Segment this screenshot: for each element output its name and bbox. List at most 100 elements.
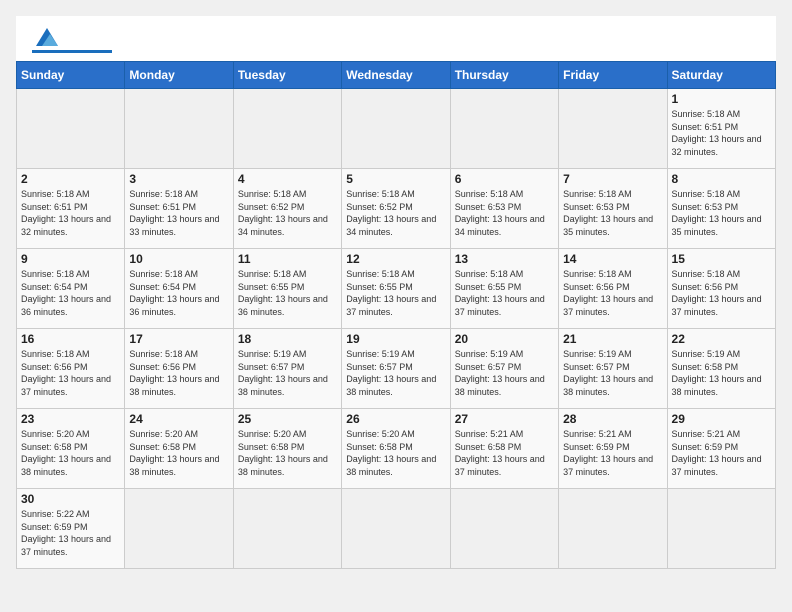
day-number: 17 [129, 332, 228, 346]
day-number: 24 [129, 412, 228, 426]
day-info: Sunrise: 5:19 AM Sunset: 6:57 PM Dayligh… [346, 348, 445, 398]
header-sunday: Sunday [17, 62, 125, 89]
sunrise: Sunrise: 5:20 AM [238, 429, 307, 439]
day-info: Sunrise: 5:20 AM Sunset: 6:58 PM Dayligh… [129, 428, 228, 478]
header-thursday: Thursday [450, 62, 558, 89]
day-number: 9 [21, 252, 120, 266]
sunrise: Sunrise: 5:18 AM [672, 189, 741, 199]
table-row: 11 Sunrise: 5:18 AM Sunset: 6:55 PM Dayl… [233, 249, 341, 329]
day-number: 22 [672, 332, 771, 346]
table-row: 15 Sunrise: 5:18 AM Sunset: 6:56 PM Dayl… [667, 249, 775, 329]
calendar-row: 1 Sunrise: 5:18 AM Sunset: 6:51 PM Dayli… [17, 89, 776, 169]
sunrise: Sunrise: 5:20 AM [129, 429, 198, 439]
day-number: 10 [129, 252, 228, 266]
table-row: 17 Sunrise: 5:18 AM Sunset: 6:56 PM Dayl… [125, 329, 233, 409]
sunrise: Sunrise: 5:18 AM [21, 349, 90, 359]
table-row: 28 Sunrise: 5:21 AM Sunset: 6:59 PM Dayl… [559, 409, 667, 489]
daylight: Daylight: 13 hours and 38 minutes. [346, 454, 436, 477]
table-row: 14 Sunrise: 5:18 AM Sunset: 6:56 PM Dayl… [559, 249, 667, 329]
sunset: Sunset: 6:55 PM [346, 282, 413, 292]
day-info: Sunrise: 5:18 AM Sunset: 6:56 PM Dayligh… [129, 348, 228, 398]
table-row [233, 489, 341, 569]
sunrise: Sunrise: 5:18 AM [455, 269, 524, 279]
sunset: Sunset: 6:56 PM [129, 362, 196, 372]
daylight: Daylight: 13 hours and 38 minutes. [21, 454, 111, 477]
sunset: Sunset: 6:59 PM [21, 522, 88, 532]
day-number: 14 [563, 252, 662, 266]
sunrise: Sunrise: 5:20 AM [346, 429, 415, 439]
sunset: Sunset: 6:56 PM [21, 362, 88, 372]
table-row: 20 Sunrise: 5:19 AM Sunset: 6:57 PM Dayl… [450, 329, 558, 409]
sunset: Sunset: 6:54 PM [129, 282, 196, 292]
table-row [667, 489, 775, 569]
weekday-header-row: Sunday Monday Tuesday Wednesday Thursday… [17, 62, 776, 89]
sunset: Sunset: 6:57 PM [563, 362, 630, 372]
day-number: 7 [563, 172, 662, 186]
day-info: Sunrise: 5:18 AM Sunset: 6:53 PM Dayligh… [563, 188, 662, 238]
sunrise: Sunrise: 5:19 AM [455, 349, 524, 359]
table-row [233, 89, 341, 169]
day-number: 26 [346, 412, 445, 426]
sunrise: Sunrise: 5:22 AM [21, 509, 90, 519]
sunrise: Sunrise: 5:18 AM [563, 269, 632, 279]
sunrise: Sunrise: 5:18 AM [455, 189, 524, 199]
day-info: Sunrise: 5:18 AM Sunset: 6:54 PM Dayligh… [21, 268, 120, 318]
sunset: Sunset: 6:57 PM [346, 362, 413, 372]
sunset: Sunset: 6:55 PM [455, 282, 522, 292]
sunrise: Sunrise: 5:19 AM [238, 349, 307, 359]
table-row [450, 489, 558, 569]
day-info: Sunrise: 5:20 AM Sunset: 6:58 PM Dayligh… [346, 428, 445, 478]
table-row: 24 Sunrise: 5:20 AM Sunset: 6:58 PM Dayl… [125, 409, 233, 489]
table-row: 29 Sunrise: 5:21 AM Sunset: 6:59 PM Dayl… [667, 409, 775, 489]
sunrise: Sunrise: 5:18 AM [672, 109, 741, 119]
day-info: Sunrise: 5:19 AM Sunset: 6:57 PM Dayligh… [455, 348, 554, 398]
day-info: Sunrise: 5:18 AM Sunset: 6:54 PM Dayligh… [129, 268, 228, 318]
daylight: Daylight: 13 hours and 38 minutes. [672, 374, 762, 397]
daylight: Daylight: 13 hours and 38 minutes. [129, 374, 219, 397]
sunset: Sunset: 6:58 PM [672, 362, 739, 372]
sunset: Sunset: 6:59 PM [672, 442, 739, 452]
day-info: Sunrise: 5:18 AM Sunset: 6:51 PM Dayligh… [21, 188, 120, 238]
day-info: Sunrise: 5:18 AM Sunset: 6:51 PM Dayligh… [672, 108, 771, 158]
day-number: 27 [455, 412, 554, 426]
daylight: Daylight: 13 hours and 34 minutes. [238, 214, 328, 237]
day-number: 8 [672, 172, 771, 186]
sunrise: Sunrise: 5:18 AM [563, 189, 632, 199]
day-number: 4 [238, 172, 337, 186]
day-info: Sunrise: 5:21 AM Sunset: 6:59 PM Dayligh… [563, 428, 662, 478]
day-number: 25 [238, 412, 337, 426]
sunset: Sunset: 6:53 PM [455, 202, 522, 212]
table-row [125, 489, 233, 569]
day-number: 3 [129, 172, 228, 186]
day-number: 30 [21, 492, 120, 506]
daylight: Daylight: 13 hours and 35 minutes. [563, 214, 653, 237]
table-row [342, 89, 450, 169]
sunrise: Sunrise: 5:21 AM [455, 429, 524, 439]
header [16, 16, 776, 61]
daylight: Daylight: 13 hours and 38 minutes. [563, 374, 653, 397]
day-number: 15 [672, 252, 771, 266]
table-row: 23 Sunrise: 5:20 AM Sunset: 6:58 PM Dayl… [17, 409, 125, 489]
day-number: 1 [672, 92, 771, 106]
table-row: 18 Sunrise: 5:19 AM Sunset: 6:57 PM Dayl… [233, 329, 341, 409]
daylight: Daylight: 13 hours and 36 minutes. [238, 294, 328, 317]
logo-icon [36, 26, 58, 48]
calendar-row: 9 Sunrise: 5:18 AM Sunset: 6:54 PM Dayli… [17, 249, 776, 329]
calendar-row: 16 Sunrise: 5:18 AM Sunset: 6:56 PM Dayl… [17, 329, 776, 409]
day-number: 20 [455, 332, 554, 346]
sunset: Sunset: 6:52 PM [346, 202, 413, 212]
sunset: Sunset: 6:58 PM [346, 442, 413, 452]
sunset: Sunset: 6:51 PM [21, 202, 88, 212]
daylight: Daylight: 13 hours and 32 minutes. [672, 134, 762, 157]
table-row: 19 Sunrise: 5:19 AM Sunset: 6:57 PM Dayl… [342, 329, 450, 409]
logo [32, 28, 112, 53]
sunset: Sunset: 6:57 PM [238, 362, 305, 372]
day-number: 2 [21, 172, 120, 186]
daylight: Daylight: 13 hours and 38 minutes. [455, 374, 545, 397]
daylight: Daylight: 13 hours and 38 minutes. [346, 374, 436, 397]
day-info: Sunrise: 5:18 AM Sunset: 6:53 PM Dayligh… [455, 188, 554, 238]
sunset: Sunset: 6:51 PM [129, 202, 196, 212]
day-info: Sunrise: 5:18 AM Sunset: 6:52 PM Dayligh… [346, 188, 445, 238]
table-row: 22 Sunrise: 5:19 AM Sunset: 6:58 PM Dayl… [667, 329, 775, 409]
day-number: 12 [346, 252, 445, 266]
